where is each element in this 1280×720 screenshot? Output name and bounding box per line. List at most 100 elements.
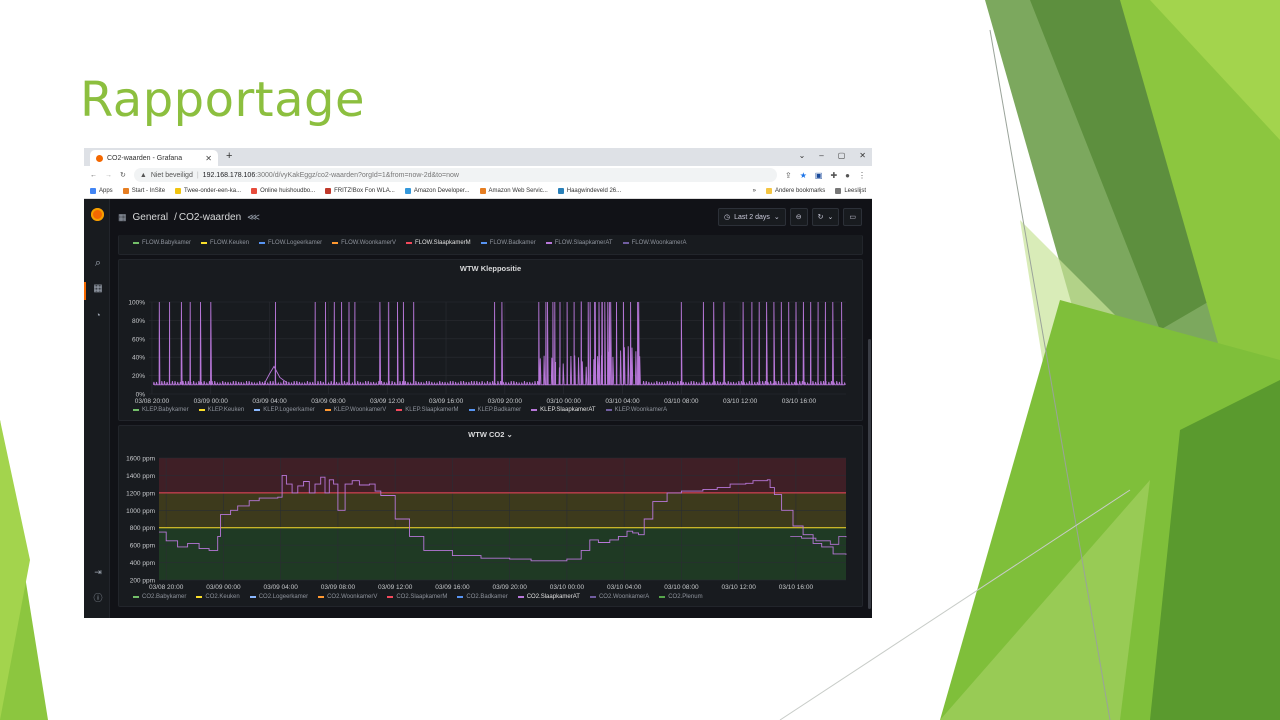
- extension-icon[interactable]: ▣: [815, 171, 823, 180]
- legend-item[interactable]: FLOW.WoonkamerV: [332, 240, 396, 246]
- bookmark-item[interactable]: Apps: [90, 188, 113, 194]
- legend-item[interactable]: FLOW.WoonkamerA: [622, 240, 687, 246]
- legend-item[interactable]: KLEP.Keuken: [198, 407, 244, 413]
- legend-item[interactable]: KLEP.Babykamer: [133, 407, 189, 413]
- legend-swatch: [387, 596, 394, 598]
- forward-icon[interactable]: →: [105, 172, 112, 179]
- legend-item[interactable]: KLEP.WoonkamerV: [324, 407, 386, 413]
- legend-label: CO2.WoonkamerA: [598, 594, 650, 600]
- slide-title: Rapportage: [80, 72, 365, 128]
- bell-icon[interactable]: ◔: [91, 309, 105, 321]
- legend-item[interactable]: FLOW.SlaapkamerAT: [545, 240, 613, 246]
- puzzle-icon[interactable]: ✚: [830, 171, 837, 180]
- reload-icon[interactable]: ↻: [120, 171, 126, 179]
- slide: Rapportage CO2-waarden - Grafana ✕ + ⌄ –…: [0, 0, 1280, 720]
- more-bookmarks-icon[interactable]: »: [753, 188, 756, 194]
- breadcrumb-folder[interactable]: General: [133, 212, 169, 223]
- active-nav-indicator: [84, 282, 86, 300]
- profile-avatar-icon[interactable]: ●: [845, 171, 850, 180]
- x-tick-label: 03/10 12:00: [723, 398, 758, 405]
- x-tick-label: 03/09 00:00: [206, 584, 241, 591]
- scrollbar[interactable]: [868, 339, 871, 609]
- legend-item[interactable]: KLEP.SlaapkamerM: [396, 407, 459, 413]
- time-range-picker[interactable]: ◷ Last 2 days ⌄: [717, 208, 786, 226]
- bookmark-item[interactable]: Amazon Web Servic...: [479, 188, 548, 194]
- menu-icon[interactable]: ⋮: [858, 171, 866, 180]
- new-tab-button[interactable]: +: [226, 150, 232, 162]
- threshold-band-green: [159, 527, 846, 580]
- legend-item[interactable]: FLOW.SlaapkamerM: [405, 240, 471, 246]
- legend-label: KLEP.SlaapkamerM: [405, 407, 459, 413]
- legend-item[interactable]: FLOW.Logeerkamer: [259, 240, 322, 246]
- legend-item[interactable]: CO2.WoonkamerV: [318, 594, 377, 600]
- legend-item[interactable]: KLEP.Logeerkamer: [254, 407, 315, 413]
- legend-item[interactable]: CO2.Babykamer: [133, 594, 186, 600]
- legend-label: FLOW.Keuken: [210, 240, 250, 246]
- legend-item[interactable]: CO2.Keuken: [196, 594, 240, 600]
- legend-item[interactable]: CO2.Badkamer: [457, 594, 508, 600]
- bookmark-item[interactable]: Haagwindeveld 26...: [557, 188, 621, 194]
- legend-item[interactable]: KLEP.Badkamer: [468, 407, 521, 413]
- tab-search-icon[interactable]: ⌄: [799, 151, 806, 160]
- bookmark-item[interactable]: FRITZ!Box Fon WLA...: [325, 188, 395, 194]
- legend-label: CO2.Keuken: [205, 594, 240, 600]
- zoom-out-button[interactable]: ⊖: [789, 208, 808, 226]
- y-tick-label: 400 ppm: [130, 560, 155, 567]
- legend-item[interactable]: FLOW.Keuken: [201, 240, 249, 246]
- dashboards-icon[interactable]: ▦: [91, 283, 105, 295]
- close-window-icon[interactable]: ✕: [859, 151, 866, 160]
- browser-tab[interactable]: CO2-waarden - Grafana ✕: [90, 150, 218, 166]
- share-icon[interactable]: ⇪: [785, 171, 792, 180]
- bookmark-favicon-icon: [479, 188, 486, 194]
- refresh-button[interactable]: ↻ ⌄: [811, 208, 840, 226]
- legend-label: FLOW.Badkamer: [489, 240, 536, 246]
- search-icon[interactable]: ⌕: [91, 257, 105, 269]
- bookmark-item[interactable]: Start - InSite: [122, 188, 165, 194]
- legend-item[interactable]: FLOW.Babykamer: [133, 240, 191, 246]
- legend-item[interactable]: CO2.WoonkamerA: [589, 594, 650, 600]
- bookmark-label: FRITZ!Box Fon WLA...: [334, 188, 395, 194]
- reading-list-label: Leeslijst: [844, 188, 866, 194]
- bookmark-item[interactable]: Online huishoudbo...: [251, 188, 315, 194]
- back-icon[interactable]: ←: [90, 172, 97, 179]
- legend-item[interactable]: KLEP.WoonkamerA: [605, 407, 667, 413]
- y-tick-label: 800 ppm: [130, 525, 155, 532]
- y-tick-label: 100%: [128, 300, 145, 307]
- legend-item[interactable]: CO2.Plenum: [659, 594, 703, 600]
- bookmark-label: Twee-onder-een-ka...: [184, 188, 242, 194]
- legend-swatch: [318, 596, 325, 598]
- maximize-icon[interactable]: ▢: [838, 151, 846, 160]
- share-icon[interactable]: ⋘: [247, 212, 260, 223]
- topbar-controls: ◷ Last 2 days ⌄ ⊖ ↻ ⌄ ▭: [717, 208, 862, 226]
- sign-in-icon[interactable]: ⇥: [91, 566, 105, 578]
- legend-swatch: [605, 409, 612, 411]
- legend-item[interactable]: CO2.Logeerkamer: [249, 594, 308, 600]
- legend-item[interactable]: CO2.SlaapkamerAT: [517, 594, 580, 600]
- grafana-sidebar: ⌕ ▦ ◔ ⇥ ⓘ: [84, 199, 110, 618]
- minimize-icon[interactable]: –: [819, 151, 823, 160]
- bookmark-item[interactable]: Amazon Developer...: [404, 188, 470, 194]
- reading-list[interactable]: Leeslijst: [835, 188, 866, 194]
- other-bookmarks[interactable]: Andere bookmarks: [765, 188, 825, 194]
- chevron-down-icon: ⌄: [827, 214, 834, 221]
- tv-mode-button[interactable]: ▭: [843, 208, 862, 226]
- x-tick-label: 03/10 08:00: [664, 584, 699, 591]
- grafana-topbar: ▦ General / CO2-waarden ⋘ ◷ Last 2 days …: [110, 199, 872, 235]
- legend-item[interactable]: CO2.SlaapkamerM: [387, 594, 447, 600]
- legend-item[interactable]: FLOW.Badkamer: [480, 240, 536, 246]
- bookmark-item[interactable]: Twee-onder-een-ka...: [175, 188, 241, 194]
- time-range-label: Last 2 days: [734, 213, 770, 221]
- legend-item[interactable]: KLEP.SlaapkamerAT: [531, 407, 596, 413]
- reading-list-icon: [835, 188, 842, 194]
- klep-chart: 0%20%40%60%80%100%03/08 20:00 03/09 00:00…: [128, 300, 846, 405]
- legend-swatch: [468, 409, 475, 411]
- help-icon[interactable]: ⓘ: [91, 592, 105, 604]
- legend-swatch: [659, 596, 666, 598]
- breadcrumb-dashboard[interactable]: CO2-waarden: [179, 212, 241, 223]
- grafana-logo-icon[interactable]: [91, 208, 104, 221]
- bookmark-star-icon[interactable]: ★: [800, 171, 807, 180]
- close-tab-icon[interactable]: ✕: [205, 154, 212, 163]
- url-field[interactable]: ▲ Niet beveiligd | 192.168.178.106:3000/…: [133, 168, 778, 182]
- x-tick-label: 03/09 16:00: [435, 584, 470, 591]
- y-tick-label: 40%: [132, 355, 145, 362]
